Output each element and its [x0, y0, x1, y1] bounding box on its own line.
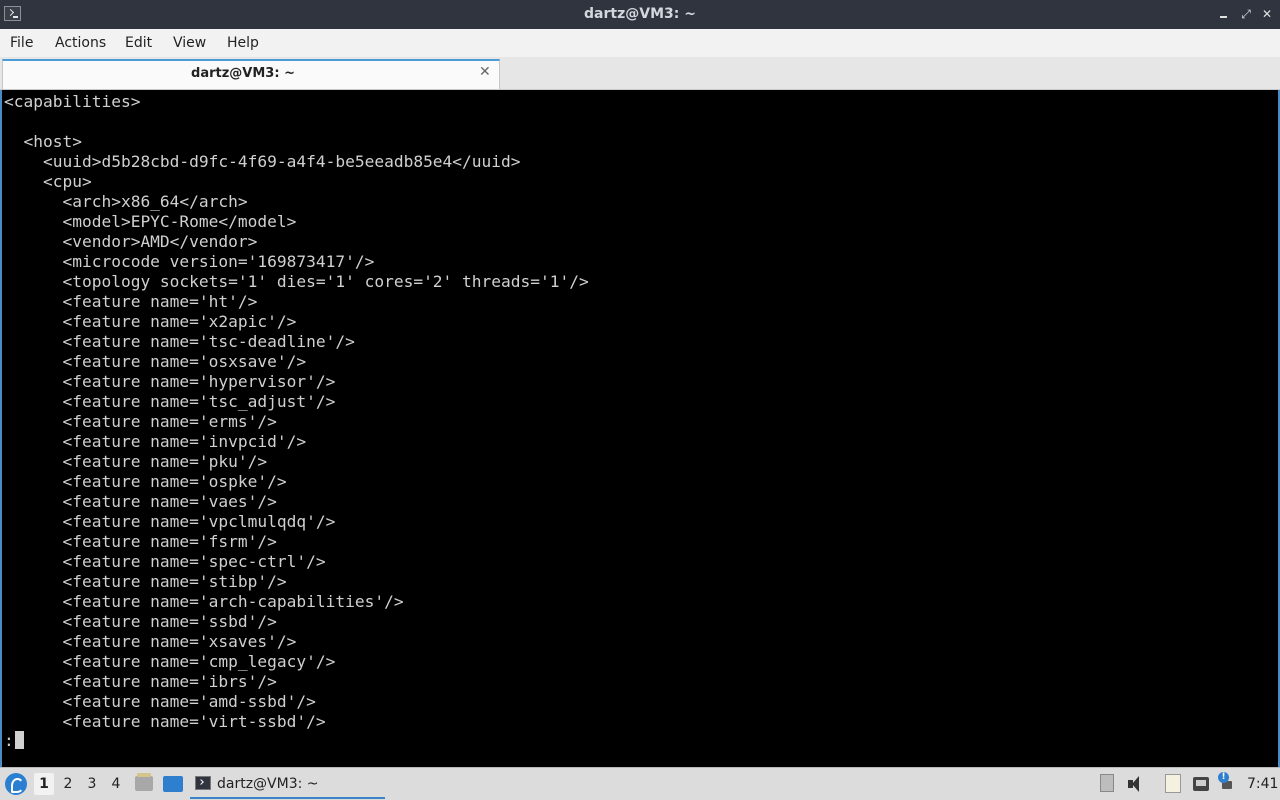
taskbar: 1 2 3 4 dartz@VM3: ~ ! 7:41 — [0, 767, 1280, 800]
terminal-line: <cpu> — [4, 172, 92, 191]
tab-label: dartz@VM3: ~ — [191, 66, 295, 81]
terminal-line: <feature name='tsc-deadline'/> — [4, 332, 355, 351]
terminal-line: <uuid>d5b28cbd-d9fc-4f69-a4f4-be5eeadb85… — [4, 152, 521, 171]
maximize-button[interactable]: ⤢ — [1239, 7, 1253, 21]
terminal-line: <feature name='ibrs'/> — [4, 672, 277, 691]
terminal-line: <feature name='xsaves'/> — [4, 632, 297, 651]
terminal-line: <feature name='vpclmulqdq'/> — [4, 512, 336, 531]
volume-icon[interactable] — [1128, 776, 1142, 792]
pager-prompt-text: : — [4, 731, 14, 750]
tab-bar: dartz@VM3: ~ ✕ — [0, 57, 1280, 90]
terminal-line: <vendor>AMD</vendor> — [4, 232, 258, 251]
close-window-button[interactable]: ✕ — [1260, 7, 1274, 21]
minimize-button[interactable] — [1216, 7, 1230, 21]
terminal-output: <capabilities> <host> <uuid>d5b28cbd-d9f… — [4, 92, 589, 732]
window-title: dartz@VM3: ~ — [584, 6, 696, 22]
show-desktop-icon[interactable] — [163, 776, 183, 792]
workspace-4[interactable]: 4 — [106, 776, 126, 792]
terminal-line: <model>EPYC-Rome</model> — [4, 212, 297, 231]
clock[interactable]: 7:41 — [1247, 776, 1278, 792]
terminal-line: <feature name='stibp'/> — [4, 572, 287, 591]
start-menu-icon[interactable] — [5, 773, 27, 795]
workspace-2[interactable]: 2 — [58, 776, 78, 792]
terminal-line: <feature name='erms'/> — [4, 412, 277, 431]
terminal-line: <feature name='x2apic'/> — [4, 312, 297, 331]
terminal-line: <feature name='tsc_adjust'/> — [4, 392, 336, 411]
network-icon[interactable] — [1193, 777, 1209, 791]
terminal-line: <feature name='virt-ssbd'/> — [4, 712, 326, 731]
clipboard-icon[interactable] — [1165, 774, 1181, 793]
title-bar: dartz@VM3: ~ ⤢ ✕ — [0, 0, 1280, 29]
menu-view[interactable]: View — [173, 35, 206, 51]
taskbar-task-label: dartz@VM3: ~ — [217, 776, 319, 792]
terminal-line: <feature name='invpcid'/> — [4, 432, 307, 451]
terminal-line: <host> — [4, 132, 82, 151]
menu-actions[interactable]: Actions — [55, 35, 106, 51]
menu-help[interactable]: Help — [227, 35, 259, 51]
menu-file[interactable]: File — [10, 35, 33, 51]
text-cursor — [14, 731, 24, 749]
terminal-line: <capabilities> — [4, 92, 141, 111]
terminal-line: <feature name='fsrm'/> — [4, 532, 277, 551]
terminal-line: <feature name='vaes'/> — [4, 492, 277, 511]
terminal-line: <feature name='spec-ctrl'/> — [4, 552, 326, 571]
terminal-line: <arch>x86_64</arch> — [4, 192, 248, 211]
terminal-line: <topology sockets='1' dies='1' cores='2'… — [4, 272, 589, 291]
removable-media-icon[interactable] — [1100, 774, 1114, 792]
terminal-line: <feature name='hypervisor'/> — [4, 372, 336, 391]
terminal-view[interactable]: <capabilities> <host> <uuid>d5b28cbd-d9f… — [0, 90, 1280, 767]
menu-bar: File Actions Edit View Help — [0, 29, 1280, 57]
tab-terminal[interactable]: dartz@VM3: ~ ✕ — [2, 59, 500, 89]
terminal-line: <feature name='ssbd'/> — [4, 612, 277, 631]
menu-edit[interactable]: Edit — [125, 35, 152, 51]
workspace-3[interactable]: 3 — [82, 776, 102, 792]
taskbar-terminal-button[interactable]: dartz@VM3: ~ — [190, 771, 385, 799]
terminal-line: <feature name='arch-capabilities'/> — [4, 592, 404, 611]
close-tab-icon[interactable]: ✕ — [479, 64, 491, 80]
terminal-line: <feature name='osxsave'/> — [4, 352, 307, 371]
workspace-1[interactable]: 1 — [34, 773, 54, 795]
terminal-line: <microcode version='169873417'/> — [4, 252, 375, 271]
terminal-line: <feature name='amd-ssbd'/> — [4, 692, 316, 711]
terminal-line: <feature name='ht'/> — [4, 292, 258, 311]
pager-prompt[interactable]: : — [4, 731, 24, 751]
notification-badge: ! — [1218, 772, 1229, 783]
terminal-line: <feature name='ospke'/> — [4, 472, 287, 491]
terminal-line: <feature name='pku'/> — [4, 452, 268, 471]
terminal-icon — [195, 776, 211, 790]
file-manager-icon[interactable] — [135, 773, 153, 791]
terminal-line: <feature name='cmp_legacy'/> — [4, 652, 336, 671]
